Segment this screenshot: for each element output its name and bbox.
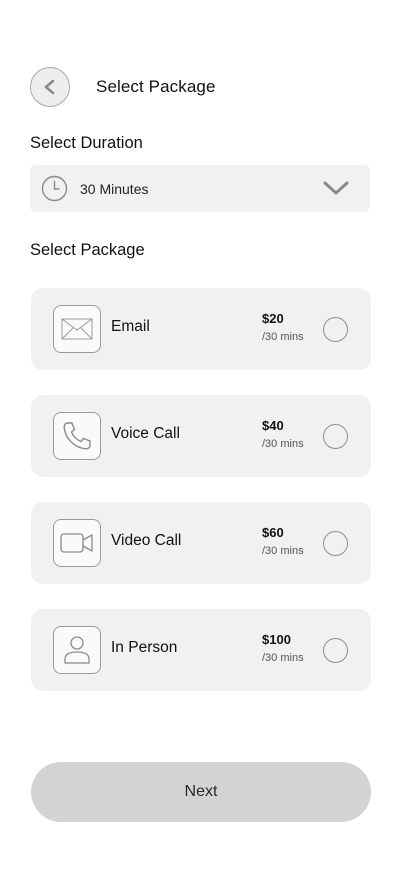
page-title: Select Package (96, 77, 216, 96)
package-card-in-person[interactable]: In Person $100 /30 mins (31, 609, 371, 691)
package-icon-box (53, 305, 101, 353)
package-unit: /30 mins (262, 545, 304, 557)
select-package-screen: Select Package Select Duration 30 Minute… (0, 0, 402, 874)
package-card-voice-call[interactable]: Voice Call $40 /30 mins (31, 395, 371, 477)
package-icon-box (53, 519, 101, 567)
next-button[interactable]: Next (31, 762, 371, 822)
chevron-down-icon (323, 181, 349, 195)
package-price: $60 (262, 525, 284, 540)
person-icon (64, 636, 90, 664)
package-icon-box (53, 412, 101, 460)
package-card-email[interactable]: Email $20 /30 mins (31, 288, 371, 370)
package-radio-email[interactable] (323, 317, 348, 342)
package-icon-box (53, 626, 101, 674)
package-price: $40 (262, 418, 284, 433)
package-section-label: Select Package (30, 241, 145, 259)
package-unit: /30 mins (262, 652, 304, 664)
package-unit: /30 mins (262, 438, 304, 450)
package-radio-in-person[interactable] (323, 638, 348, 663)
package-name: Email (111, 318, 150, 335)
package-price: $100 (262, 632, 291, 647)
chevron-left-icon (44, 79, 55, 95)
package-price: $20 (262, 311, 284, 326)
duration-dropdown[interactable]: 30 Minutes (30, 165, 370, 212)
header: Select Package (30, 67, 216, 107)
package-card-video-call[interactable]: Video Call $60 /30 mins (31, 502, 371, 584)
package-name: In Person (111, 639, 178, 656)
video-camera-icon (60, 533, 93, 553)
package-unit: /30 mins (262, 331, 304, 343)
duration-section-label: Select Duration (30, 134, 143, 152)
clock-icon (41, 175, 68, 202)
back-button[interactable] (30, 67, 70, 107)
phone-icon (63, 422, 91, 450)
package-name: Video Call (111, 532, 182, 549)
package-radio-voice-call[interactable] (323, 424, 348, 449)
package-name: Voice Call (111, 425, 180, 442)
package-radio-video-call[interactable] (323, 531, 348, 556)
duration-selected-value: 30 Minutes (80, 180, 149, 197)
mail-icon (61, 318, 93, 340)
